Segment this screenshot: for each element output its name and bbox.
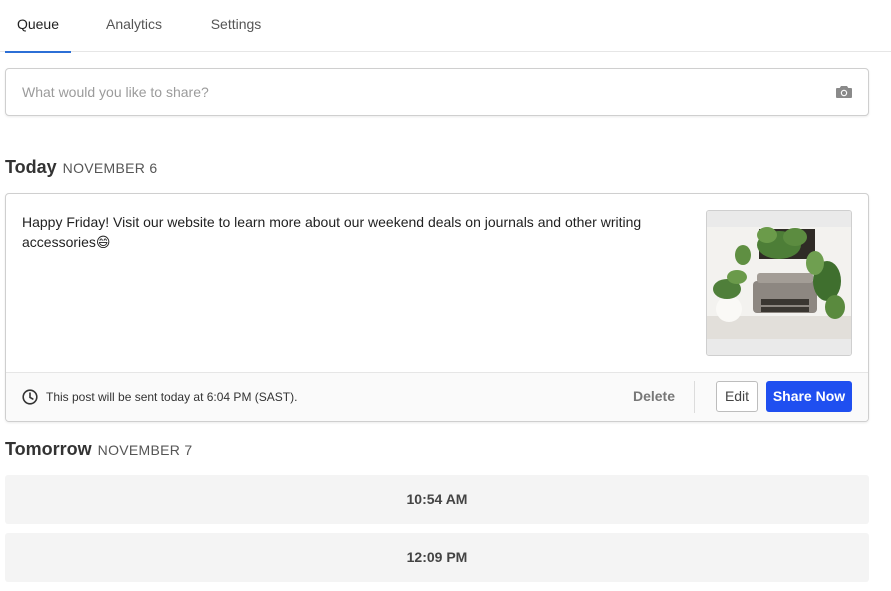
post-footer: This post will be sent today at 6:04 PM … [6,372,868,421]
post-card: Happy Friday! Visit our website to learn… [5,193,869,422]
share-composer-input[interactable]: What would you like to share? [5,68,869,116]
today-heading: Today NOVEMBER 6 [5,157,157,178]
composer-placeholder: What would you like to share? [22,84,209,100]
today-date: NOVEMBER 6 [62,160,158,176]
tab-bar: Queue Analytics Settings [0,0,891,53]
time-slot[interactable]: 12:09 PM [5,533,869,582]
tomorrow-label: Tomorrow [5,439,92,459]
tomorrow-date: NOVEMBER 7 [97,442,193,458]
post-text[interactable]: Happy Friday! Visit our website to learn… [22,212,672,252]
tomorrow-heading: Tomorrow NOVEMBER 7 [5,439,192,460]
schedule-text: This post will be sent today at 6:04 PM … [46,390,298,404]
edit-button[interactable]: Edit [716,381,758,412]
clock-icon [22,389,38,405]
delete-button[interactable]: Delete [623,381,685,412]
post-image-thumbnail[interactable] [706,210,852,356]
typewriter-plants-image [707,211,851,355]
tab-settings[interactable]: Settings [201,0,271,51]
share-now-button[interactable]: Share Now [766,381,852,412]
tab-analytics[interactable]: Analytics [96,0,172,51]
time-slot[interactable]: 10:54 AM [5,475,869,524]
tab-queue[interactable]: Queue [5,0,71,53]
camera-icon[interactable] [836,85,852,98]
footer-divider [694,381,695,413]
today-label: Today [5,157,57,177]
